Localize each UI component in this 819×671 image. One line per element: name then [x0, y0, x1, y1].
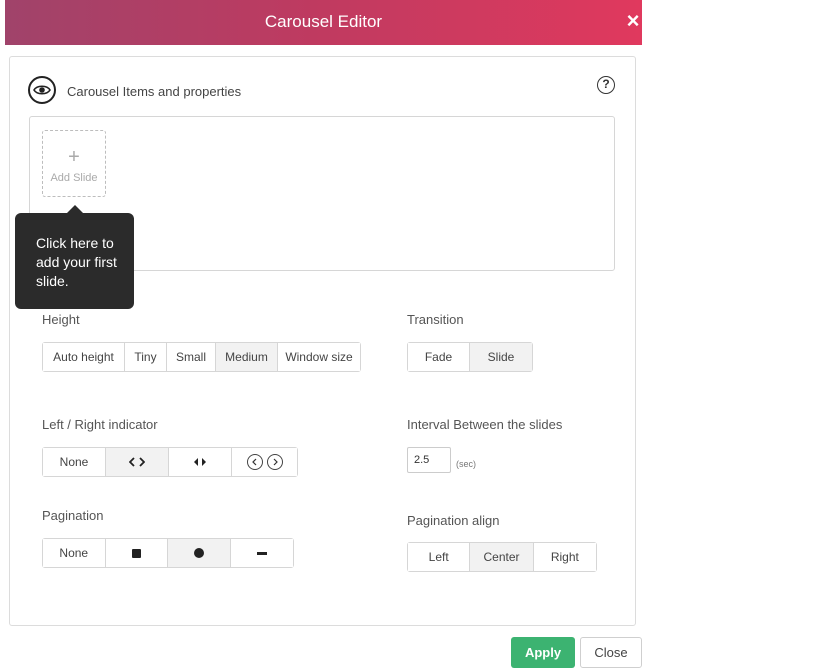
plus-icon: + [68, 146, 80, 168]
indicator-circled-button[interactable] [232, 448, 297, 476]
circled-right-icon [266, 454, 283, 470]
close-icon[interactable]: × [622, 10, 644, 32]
align-right-button[interactable]: Right [533, 543, 596, 571]
pagination-dash-button[interactable] [230, 539, 293, 567]
pagination-align-label: Pagination align [407, 513, 500, 528]
transition-label: Transition [407, 312, 464, 327]
indicator-none-button[interactable]: None [43, 448, 106, 476]
indicator-label: Left / Right indicator [42, 417, 158, 432]
pagination-label: Pagination [42, 508, 104, 523]
pagination-dot-button[interactable] [168, 539, 231, 567]
transition-slide-button[interactable]: Slide [470, 343, 532, 371]
transition-fade-button[interactable]: Fade [408, 343, 471, 371]
pagination-none-button[interactable]: None [43, 539, 106, 567]
chevrons-icon [129, 457, 145, 467]
align-left-button[interactable]: Left [408, 543, 471, 571]
height-options: Auto height Tiny Small Medium Window siz… [42, 342, 361, 372]
dot-icon [193, 548, 204, 558]
dialog-title: Carousel Editor [264, 12, 383, 31]
add-slide-button[interactable]: + Add Slide [42, 130, 106, 197]
interval-label: Interval Between the slides [407, 417, 563, 432]
height-window-button[interactable]: Window size [278, 343, 360, 371]
onboarding-tooltip: Click here to add your first slide. [15, 205, 134, 309]
add-slide-label: Add Slide [50, 172, 98, 184]
indicator-triangles-button[interactable] [169, 448, 232, 476]
pagination-align-options: Left Center Right [407, 542, 597, 572]
height-small-button[interactable]: Small [167, 343, 216, 371]
height-medium-button[interactable]: Medium [216, 343, 278, 371]
dash-icon [256, 551, 267, 555]
circled-left-icon [246, 454, 263, 470]
apply-button[interactable]: Apply [511, 637, 575, 668]
indicator-options: None [42, 447, 298, 477]
dialog-header: Carousel Editor [5, 0, 642, 45]
eye-icon-glyph [33, 85, 51, 95]
indicator-chevrons-button[interactable] [106, 448, 169, 476]
height-tiny-button[interactable]: Tiny [125, 343, 167, 371]
height-label: Height [42, 312, 80, 327]
eye-icon[interactable] [28, 76, 56, 104]
interval-unit: (sec) [456, 459, 476, 469]
align-center-button[interactable]: Center [470, 543, 534, 571]
help-icon[interactable]: ? [597, 76, 615, 94]
triangles-icon [194, 458, 206, 466]
pagination-square-button[interactable] [105, 539, 168, 567]
close-button[interactable]: Close [580, 637, 642, 668]
transition-options: Fade Slide [407, 342, 533, 372]
interval-input[interactable] [407, 447, 451, 473]
height-auto-button[interactable]: Auto height [43, 343, 125, 371]
pagination-options: None [42, 538, 294, 568]
section-title: Carousel Items and properties [67, 84, 242, 99]
square-icon [131, 548, 141, 558]
